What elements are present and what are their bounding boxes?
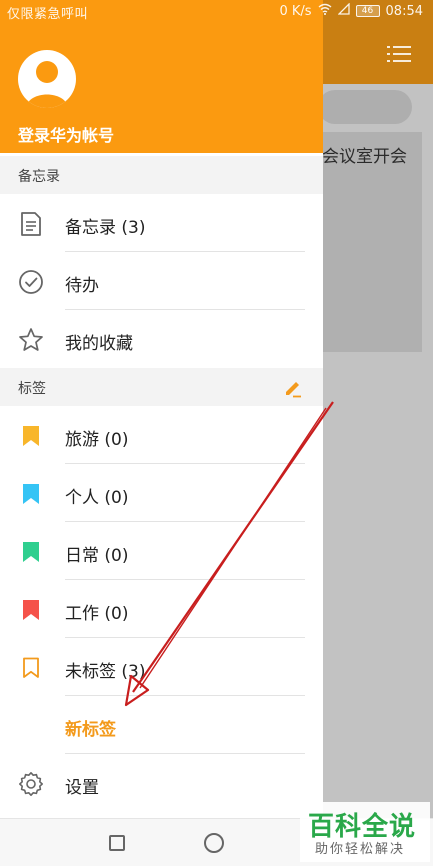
list-menu-icon [387, 44, 411, 64]
drawer-item-label: 个人 (0) [65, 488, 129, 508]
bookmark-icon [18, 597, 44, 623]
bookmark-outline-icon [18, 655, 44, 681]
bookmark-icon [18, 481, 44, 507]
drawer-item-memo[interactable]: 备忘录 (3) [0, 194, 323, 252]
background-search-bar [318, 90, 412, 124]
check-circle-icon [18, 269, 44, 295]
home-button[interactable] [204, 833, 224, 853]
star-icon [18, 327, 44, 353]
drawer-item-label: 未标签 (3) [65, 662, 146, 682]
drawer-item-settings[interactable]: 设置 [0, 754, 323, 812]
drawer-item-label: 工作 (0) [65, 604, 129, 624]
drawer-item-tag-daily[interactable]: 日常 (0) [0, 522, 323, 580]
section-label: 备忘录 [18, 169, 60, 185]
drawer-item-tag-work[interactable]: 工作 (0) [0, 580, 323, 638]
status-indicators: 0 K/s 46 08:54 [279, 2, 423, 19]
watermark-subtitle: 助你轻松解决 [315, 842, 406, 857]
new-tag-button[interactable]: 新标签 [0, 696, 323, 754]
drawer-item-label: 我的收藏 [65, 334, 133, 354]
drawer-item-label: 备忘录 (3) [65, 218, 146, 238]
recent-apps-button[interactable] [109, 835, 125, 851]
background-note-text: 会议室开会 [322, 147, 407, 167]
net-speed: 0 K/s [279, 3, 312, 19]
section-label: 标签 [18, 381, 46, 397]
bookmark-icon [18, 423, 44, 449]
status-carrier-text: 仅限紧急呼叫 [7, 7, 89, 22]
signal-icon [336, 2, 350, 19]
drawer-item-tag-travel[interactable]: 旅游 (0) [0, 406, 323, 464]
login-huawei-account[interactable]: 登录华为帐号 [18, 122, 114, 146]
wifi-icon [318, 3, 332, 19]
memo-section-header: 备忘录 [0, 156, 323, 194]
drawer-item-label: 待办 [65, 276, 99, 296]
gear-icon [18, 771, 44, 797]
watermark: 百科全说 助你轻松解决 [300, 802, 430, 862]
clock: 08:54 [385, 3, 423, 19]
bookmark-icon [18, 539, 44, 565]
user-icon [26, 61, 68, 108]
edit-pencil-icon[interactable] [283, 378, 303, 398]
navigation-drawer: 登录华为帐号 备忘录 备忘录 (3) 待办 我的收藏 标签 旅游 (0) 个人 … [0, 0, 323, 866]
drawer-item-label: 日常 (0) [65, 546, 129, 566]
drawer-item-todo[interactable]: 待办 [0, 252, 323, 310]
drawer-item-label: 设置 [65, 778, 99, 798]
battery-icon: 46 [355, 5, 380, 17]
note-icon [18, 211, 44, 237]
drawer-item-label: 旅游 (0) [65, 430, 129, 450]
new-tag-label: 新标签 [65, 720, 116, 740]
drawer-item-favorites[interactable]: 我的收藏 [0, 310, 323, 368]
drawer-item-tag-personal[interactable]: 个人 (0) [0, 464, 323, 522]
drawer-item-untagged[interactable]: 未标签 (3) [0, 638, 323, 696]
avatar[interactable] [18, 50, 76, 108]
status-bar: 仅限紧急呼叫 0 K/s 46 08:54 [0, 0, 433, 24]
tags-section-header: 标签 [0, 368, 323, 406]
